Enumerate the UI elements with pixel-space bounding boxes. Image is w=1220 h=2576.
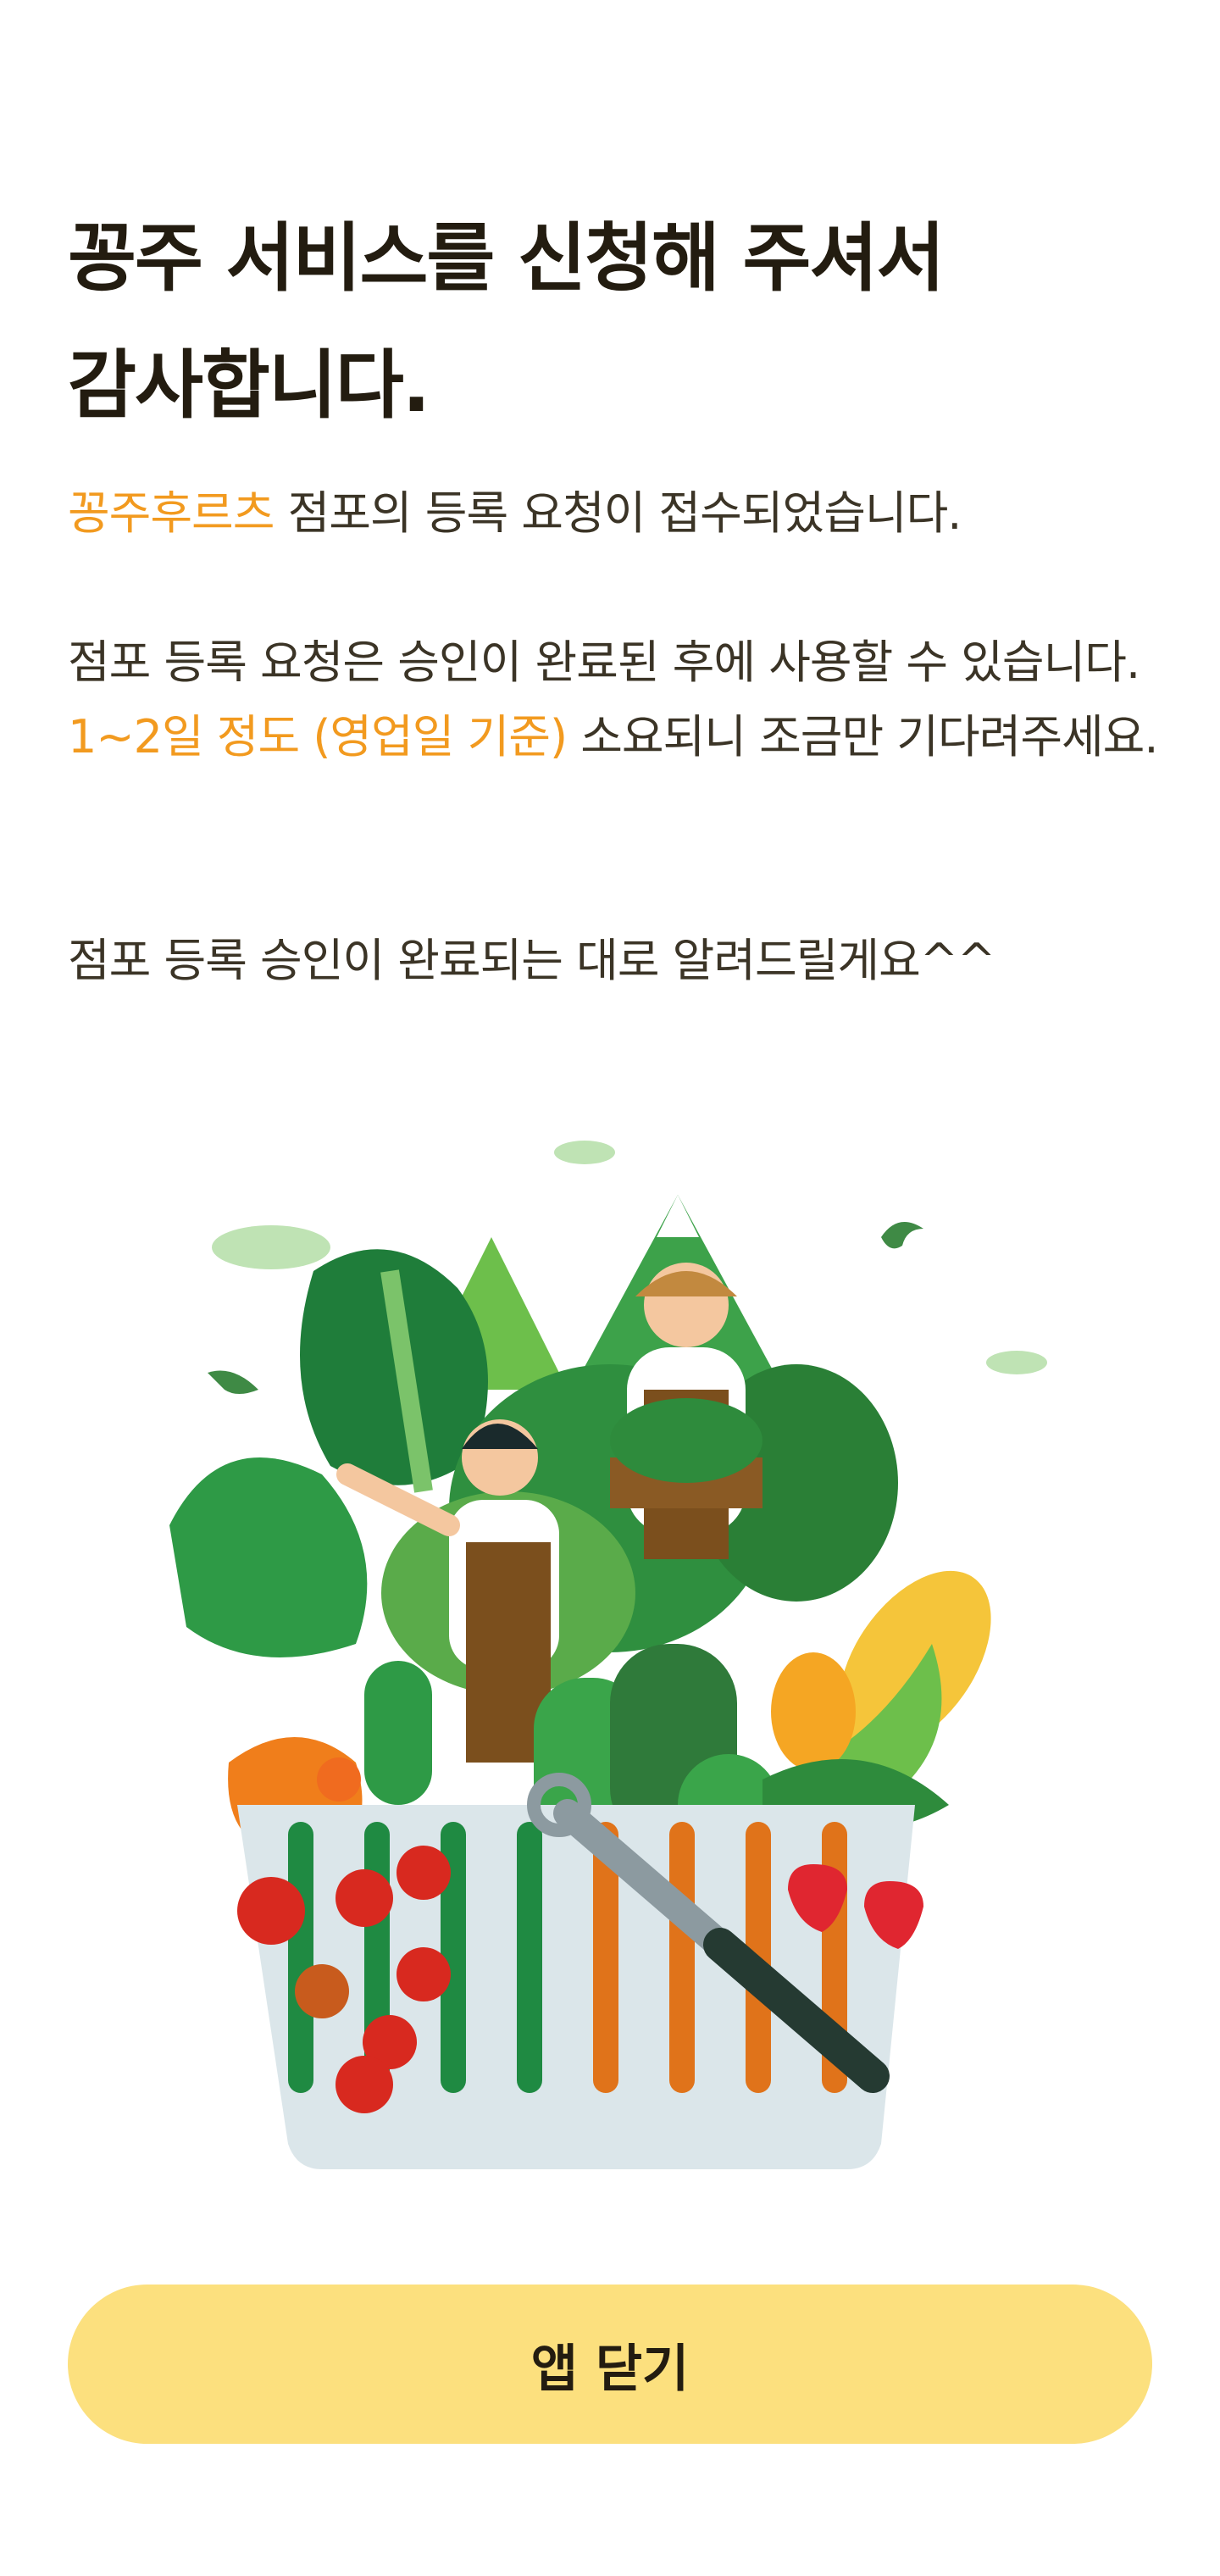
close-app-button[interactable]: 앱 닫기 bbox=[68, 2285, 1152, 2444]
approval-info-prefix: 점포 등록 요청은 승인이 완료된 후에 사용할 수 있습니다. bbox=[68, 636, 1140, 689]
title-line-2: 감사합니다. bbox=[68, 341, 430, 429]
notify-message: 점포 등록 승인이 완료되는 대로 알려드릴게요^^ bbox=[68, 934, 995, 987]
store-name: 꽁주후르츠 bbox=[68, 486, 274, 540]
approval-duration: 1~2일 정도 (영업일 기준) bbox=[68, 710, 568, 763]
pepper-icon bbox=[771, 1652, 856, 1771]
page-title: 꽁주 서비스를 신청해 주셔서 감사합니다. bbox=[68, 195, 1152, 449]
vegetable-basket-illustration bbox=[169, 1141, 1047, 2169]
approval-info-suffix: 소요되니 조금만 기다려주세요. bbox=[567, 710, 1158, 763]
approval-info-message: 점포 등록 요청은 승인이 완료된 후에 사용할 수 있습니다. 1~2일 정도… bbox=[68, 625, 1161, 774]
registration-received-text: 점포의 등록 요청이 접수되었습니다. bbox=[274, 486, 962, 540]
registration-received-message: 꽁주후르츠 점포의 등록 요청이 접수되었습니다. bbox=[68, 476, 1161, 551]
title-line-1: 꽁주 서비스를 신청해 주셔서 bbox=[68, 214, 945, 302]
